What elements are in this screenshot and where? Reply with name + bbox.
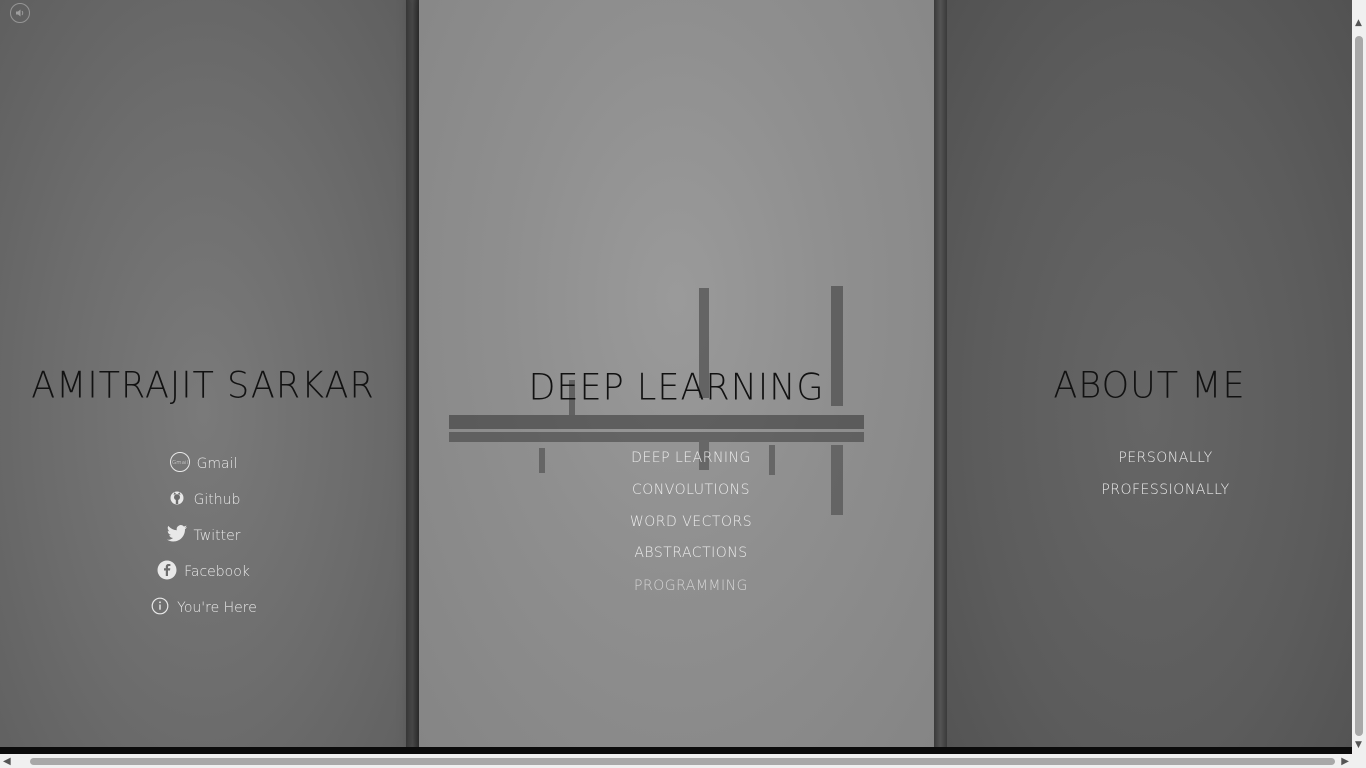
menu-item-abstractions[interactable]: ABSTRACTIONS bbox=[448, 545, 934, 561]
facebook-label: Facebook bbox=[184, 564, 250, 580]
info-icon bbox=[149, 595, 171, 617]
twitter-link[interactable]: Twitter bbox=[0, 517, 406, 545]
vertical-scroll-thumb[interactable] bbox=[1355, 36, 1363, 736]
menu-item-convolutions[interactable]: CONVOLUTIONS bbox=[448, 482, 934, 498]
github-icon bbox=[166, 487, 188, 509]
github-label: Github bbox=[193, 492, 241, 508]
menu-item-personally[interactable]: PERSONALLY bbox=[979, 450, 1352, 466]
about-label: You're Here bbox=[177, 600, 257, 616]
svg-text:Gmail: Gmail bbox=[172, 460, 188, 466]
menu-item-professionally[interactable]: PROFESSIONALLY bbox=[979, 482, 1352, 498]
twitter-label: Twitter bbox=[193, 528, 241, 544]
about-link[interactable]: You're Here bbox=[0, 589, 406, 617]
vertical-scrollbar[interactable]: ▲ ▼ bbox=[1352, 0, 1366, 768]
gmail-link[interactable]: Gmail Gmail bbox=[0, 445, 406, 473]
speaker-icon[interactable] bbox=[10, 3, 30, 23]
deep-learning-panel: DEEP LEARNING DEEP LEARNING CONVOLUTIONS… bbox=[419, 0, 934, 747]
scroll-left-icon[interactable]: ◀ bbox=[3, 756, 11, 767]
scroll-up-icon[interactable]: ▲ bbox=[1355, 18, 1362, 28]
contact-panel: AMITRAJIT SARKAR Gmail Gmail Github Twit… bbox=[0, 0, 406, 747]
gmail-icon: Gmail bbox=[169, 451, 191, 473]
menu-item-programming[interactable]: PROGRAMMING bbox=[448, 578, 934, 594]
about-panel: ABOUT ME PERSONALLY PROFESSIONALLY bbox=[947, 0, 1352, 747]
menu-item-deep-learning[interactable]: DEEP LEARNING bbox=[448, 450, 934, 466]
deep-learning-title: DEEP LEARNING bbox=[528, 367, 825, 409]
facebook-link[interactable]: Facebook bbox=[0, 553, 406, 581]
scroll-down-icon[interactable]: ▼ bbox=[1355, 740, 1362, 750]
horizontal-scrollbar[interactable]: ◀ ▶ bbox=[0, 754, 1352, 768]
name-title: AMITRAJIT SARKAR bbox=[31, 365, 375, 407]
gmail-label: Gmail bbox=[196, 456, 238, 472]
scroll-right-icon[interactable]: ▶ bbox=[1341, 756, 1349, 767]
about-title: ABOUT ME bbox=[1053, 365, 1246, 407]
facebook-icon bbox=[156, 559, 178, 581]
menu-item-word-vectors[interactable]: WORD VECTORS bbox=[448, 514, 934, 530]
panel-divider bbox=[406, 0, 419, 747]
panel-divider bbox=[934, 0, 947, 747]
horizontal-scroll-thumb[interactable] bbox=[30, 758, 1335, 765]
page-viewport: AMITRAJIT SARKAR Gmail Gmail Github Twit… bbox=[0, 0, 1352, 747]
github-link[interactable]: Github bbox=[0, 481, 406, 509]
twitter-icon bbox=[166, 523, 188, 545]
